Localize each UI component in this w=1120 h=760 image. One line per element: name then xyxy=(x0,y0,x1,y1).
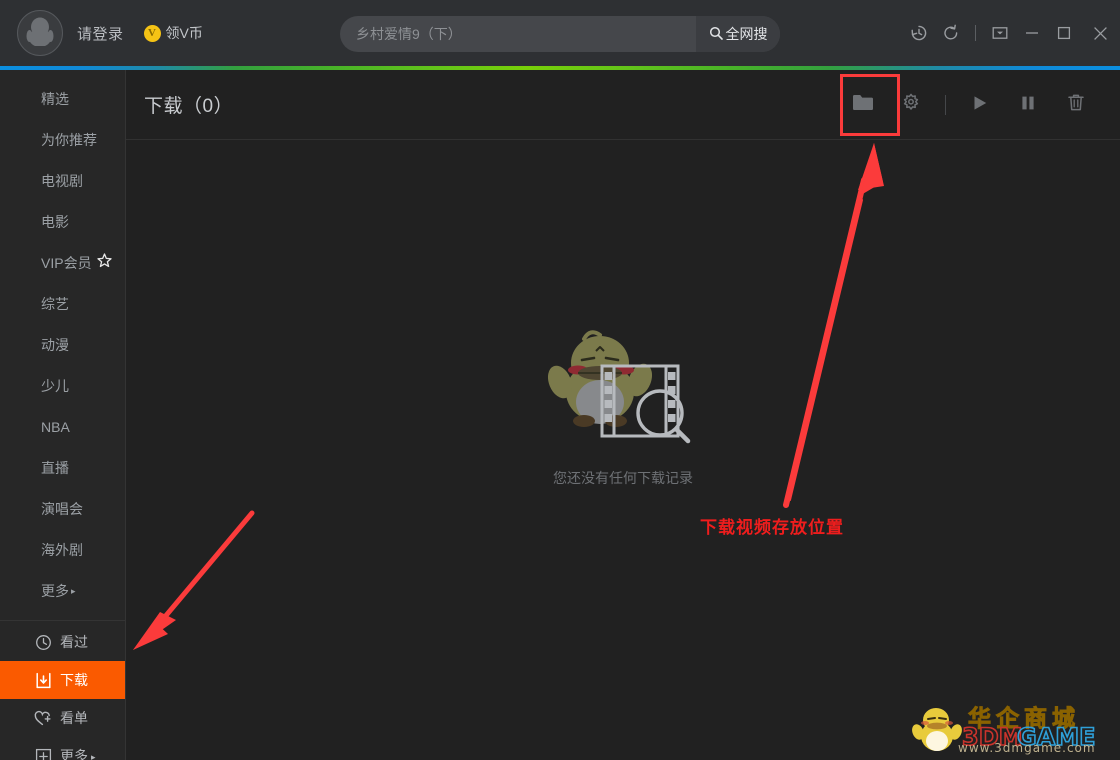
sidebar-item-label: 更多 xyxy=(60,748,88,760)
sidebar-item-concert[interactable]: 演唱会 xyxy=(0,488,125,529)
sidebar-item-live[interactable]: 直播 xyxy=(0,447,125,488)
sidebar-item-label: 看过 xyxy=(60,634,88,650)
vcoin-badge-icon: V xyxy=(143,24,161,42)
sidebar-item-label: 少儿 xyxy=(41,377,69,394)
sidebar-item-overseas-drama[interactable]: 海外剧 xyxy=(0,529,125,570)
maximize-button[interactable] xyxy=(1048,0,1080,66)
sidebar-item-label: 综艺 xyxy=(41,295,69,312)
chevron-right-icon: ▸ xyxy=(91,751,96,760)
empty-state-message: 您还没有任何下载记录 xyxy=(553,470,693,486)
tray-collapse-button[interactable] xyxy=(984,0,1016,66)
penguin-filmstrip-magnifier-icon xyxy=(538,320,708,450)
sidebar-item-label: VIP会员 xyxy=(41,254,92,271)
sidebar-item-more-tools[interactable]: 更多 ▸ xyxy=(0,737,125,760)
sidebar-item-kids[interactable]: 少儿 xyxy=(0,365,125,406)
sidebar-item-label: 精选 xyxy=(41,90,69,107)
vip-star-icon xyxy=(96,252,112,271)
pause-icon xyxy=(1019,94,1037,117)
search-button[interactable]: 全网搜 xyxy=(696,16,780,52)
pause-all-button[interactable] xyxy=(1004,83,1052,127)
window-controls xyxy=(903,0,1120,66)
search-icon xyxy=(709,26,723,43)
sidebar-item-label: 更多 xyxy=(41,582,69,599)
tray-collapse-icon xyxy=(992,25,1008,41)
watermark-url-text: www.3dmgame.com xyxy=(958,741,1096,755)
folder-icon xyxy=(852,93,874,117)
empty-state: 您还没有任何下载记录 xyxy=(126,320,1120,488)
search-button-label: 全网搜 xyxy=(725,26,768,42)
main-content: 下载（0） 您还没有任何下载记录 xyxy=(126,70,1120,760)
title-bar: 请登录 V 领V币 全网搜 xyxy=(0,0,1120,66)
sidebar-item-vip[interactable]: VIP会员 xyxy=(0,242,125,283)
sidebar-item-label: 电视剧 xyxy=(41,172,83,189)
sidebar-item-label: 为你推荐 xyxy=(41,131,97,148)
avatar[interactable] xyxy=(17,10,63,56)
trash-icon xyxy=(1067,93,1085,117)
sidebar-item-nba[interactable]: NBA xyxy=(0,406,125,447)
sidebar-item-label: 海外剧 xyxy=(41,541,83,558)
open-folder-button[interactable] xyxy=(839,83,887,127)
maximize-icon xyxy=(1056,25,1072,41)
sidebar-item-tv-series[interactable]: 电视剧 xyxy=(0,160,125,201)
history-icon xyxy=(910,24,928,42)
close-button[interactable] xyxy=(1080,0,1120,66)
chevron-right-icon: ▸ xyxy=(71,586,76,596)
sidebar-secondary-nav: 看过 下载 看单 更多 ▸ xyxy=(0,621,125,760)
download-toolbar xyxy=(839,70,1100,140)
refresh-button[interactable] xyxy=(935,0,967,66)
sidebar-item-watchlist[interactable]: 看单 xyxy=(0,699,125,737)
app-window: 请登录 V 领V币 全网搜 xyxy=(0,0,1120,760)
sidebar-item-history[interactable]: 看过 xyxy=(0,623,125,661)
minimize-icon xyxy=(1024,25,1040,41)
sidebar-item-recommended[interactable]: 为你推荐 xyxy=(0,119,125,160)
gear-icon xyxy=(901,93,921,118)
heart-plus-icon xyxy=(34,709,52,727)
search-bar[interactable]: 全网搜 xyxy=(340,16,780,52)
sidebar-item-label: 演唱会 xyxy=(41,500,83,517)
close-icon xyxy=(1092,25,1109,42)
watermark: 华企商城 3DM GAME www.3dmgame.com xyxy=(910,702,1116,758)
sidebar-item-label: 看单 xyxy=(60,710,88,726)
sidebar-item-movies[interactable]: 电影 xyxy=(0,201,125,242)
content-header: 下载（0） xyxy=(126,70,1120,140)
sidebar-primary-nav: 精选 为你推荐 电视剧 电影 VIP会员 综艺 动漫 少儿 NBA 直播 演唱会… xyxy=(0,70,125,611)
vcoin-entry[interactable]: V 领V币 xyxy=(143,23,203,43)
toolbar-divider xyxy=(945,95,946,115)
play-icon xyxy=(970,93,990,118)
plus-box-icon xyxy=(34,747,52,760)
search-input[interactable] xyxy=(340,16,696,52)
sidebar-item-anime[interactable]: 动漫 xyxy=(0,324,125,365)
delete-button[interactable] xyxy=(1052,83,1100,127)
download-icon xyxy=(34,671,52,689)
start-all-button[interactable] xyxy=(956,83,1004,127)
login-link[interactable]: 请登录 xyxy=(77,23,124,44)
sidebar-item-label: 动漫 xyxy=(41,336,69,353)
history-clock-icon xyxy=(34,633,52,651)
sidebar-item-label: 电影 xyxy=(41,213,69,230)
vcoin-label: 领V币 xyxy=(165,25,203,41)
sidebar-item-featured[interactable]: 精选 xyxy=(0,78,125,119)
sidebar-item-more[interactable]: 更多 ▸ xyxy=(0,570,125,611)
settings-button[interactable] xyxy=(887,83,935,127)
sidebar-item-label: NBA xyxy=(41,418,70,435)
sidebar-item-label: 直播 xyxy=(41,459,69,476)
sidebar: 精选 为你推荐 电视剧 电影 VIP会员 综艺 动漫 少儿 NBA 直播 演唱会… xyxy=(0,70,126,760)
sidebar-item-variety[interactable]: 综艺 xyxy=(0,283,125,324)
sidebar-item-label: 下载 xyxy=(60,672,88,688)
history-button[interactable] xyxy=(903,0,935,66)
minimize-button[interactable] xyxy=(1016,0,1048,66)
penguin-avatar-icon xyxy=(26,16,54,51)
page-title: 下载（0） xyxy=(144,96,234,117)
refresh-icon xyxy=(942,24,960,42)
controls-divider xyxy=(975,25,976,41)
sidebar-item-download[interactable]: 下载 xyxy=(0,661,125,699)
